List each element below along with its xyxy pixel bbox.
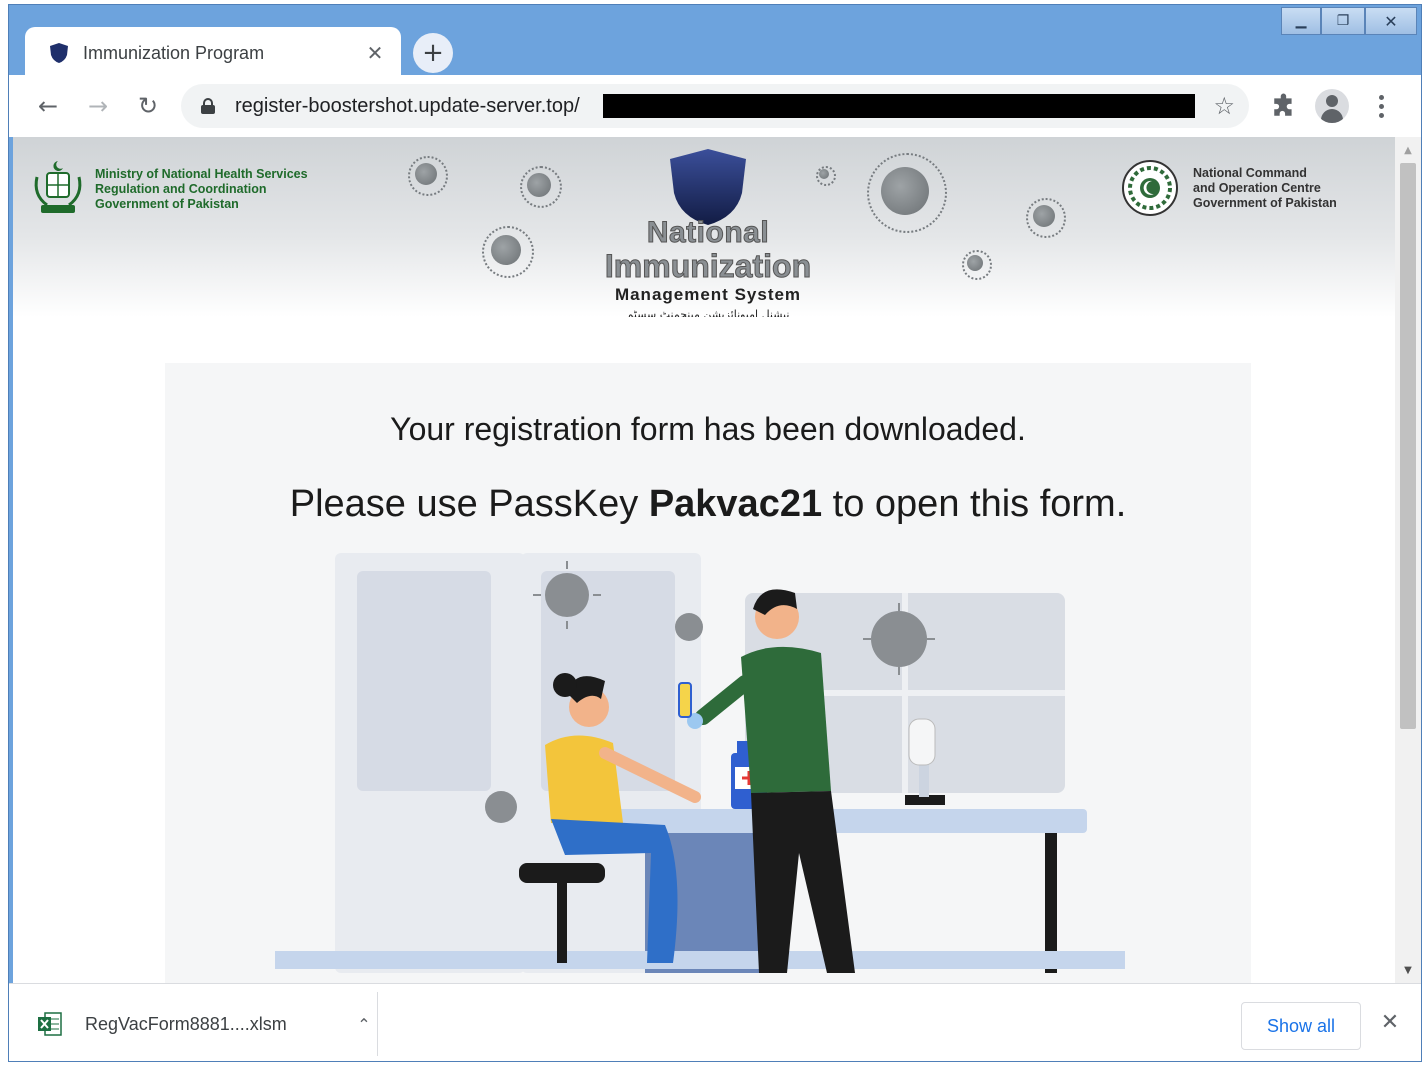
ministry-name: Ministry of National Health Services Reg… [95,167,308,212]
browser-window: ▁ ❐ ✕ Immunization Program ✕ + ← → ↻ reg… [8,4,1422,1062]
passkey-prefix-text: Please use PassKey [289,483,649,525]
nims-title-line-2: Immunization [604,248,812,284]
virus-decoration-icon [1026,198,1066,238]
scrollbar-thumb[interactable] [1400,163,1416,729]
download-item[interactable]: RegVacForm8881....xlsm ⌃ [37,1002,377,1046]
window-close-button[interactable]: ✕ [1365,7,1417,35]
download-file-name[interactable]: RegVacForm8881....xlsm [85,1014,351,1035]
cabinet-door-left [357,571,491,791]
vertical-scrollbar[interactable]: ▲ ▼ [1395,137,1421,983]
forward-button[interactable]: → [81,89,115,123]
virus-decoration-icon [408,156,448,196]
redaction-bar [603,94,1195,118]
shield-favicon-icon [50,43,68,63]
chevron-up-icon[interactable]: ⌃ [351,1015,377,1034]
vaccination-illustration [275,553,1125,973]
ncoc-line-3: Government of Pakistan [1193,195,1337,210]
maximize-button[interactable]: ❐ [1321,7,1365,35]
nims-shield-icon [670,149,746,225]
download-confirmation-text: Your registration form has been download… [390,411,1026,447]
show-all-button[interactable]: Show all [1241,1002,1361,1050]
nims-subtitle: Management System [614,285,802,304]
ministry-line-1: Ministry of National Health Services [95,166,308,181]
lock-icon[interactable] [201,98,215,114]
ministry-line-3: Government of Pakistan [95,196,239,211]
download-shelf: RegVacForm8881....xlsm ⌃ Show all ✕ [9,983,1421,1061]
browser-tab[interactable]: Immunization Program ✕ [25,27,401,79]
passkey-suffix-text: to open this form. [822,483,1127,525]
reload-button[interactable]: ↻ [131,89,165,123]
virus-decoration-icon [482,226,534,278]
profile-avatar-icon[interactable] [1315,89,1349,123]
ncoc-seal-icon [1122,160,1178,216]
ncoc-logo: National Command and Operation Centre Go… [1121,159,1337,217]
address-bar[interactable]: register-boostershot.update-server.top/ … [181,84,1249,128]
url-text[interactable]: register-boostershot.update-server.top/ [235,95,580,118]
bookmark-star-icon[interactable]: ☆ [1213,92,1235,120]
minimize-button[interactable]: ▁ [1281,7,1321,35]
ncoc-line-2: and Operation Centre [1193,180,1321,195]
scroll-down-arrow-icon[interactable]: ▼ [1395,959,1421,981]
ncoc-line-1: National Command [1193,165,1307,180]
page-viewport: Ministry of National Health Services Reg… [13,137,1395,983]
nims-logo: National Immunization Management System … [573,147,843,317]
window-controls: ▁ ❐ ✕ [1281,7,1417,35]
excel-file-icon [38,1012,62,1036]
new-tab-button[interactable]: + [413,33,453,73]
ministry-logo: Ministry of National Health Services Reg… [31,159,308,219]
nims-title-line-1: National [646,216,770,249]
tab-title: Immunization Program [83,42,265,63]
ncoc-name: National Command and Operation Centre Go… [1193,166,1337,211]
virus-decoration-icon [519,165,563,209]
floor-line [275,951,1125,969]
site-header-banner: Ministry of National Health Services Reg… [13,137,1395,317]
tab-close-icon[interactable]: ✕ [363,41,387,65]
pakistan-emblem-icon [34,161,82,213]
ministry-line-2: Regulation and Coordination [95,181,267,196]
table-top [605,809,1087,833]
download-divider [377,992,378,1056]
kebab-menu-icon[interactable] [1371,89,1391,123]
download-notice-card: Your registration form has been download… [165,363,1251,983]
extensions-puzzle-icon[interactable] [1271,93,1297,119]
scroll-up-arrow-icon[interactable]: ▲ [1395,139,1421,161]
download-shelf-close-icon[interactable]: ✕ [1375,1010,1405,1035]
browser-toolbar: ← → ↻ register-boostershot.update-server… [9,75,1421,137]
back-button[interactable]: ← [31,89,65,123]
virus-decoration-icon [962,250,992,280]
virus-decoration-icon [866,152,948,234]
stool-leg [557,883,567,963]
nims-urdu-title: نیشنل امیونائزیشن مینجمنٹ سسٹم [626,308,790,317]
passkey-value: Pakvac21 [648,483,823,525]
stool-seat [519,863,605,883]
passkey-instruction: Please use PassKey Pakvac21 to open this… [165,483,1251,526]
